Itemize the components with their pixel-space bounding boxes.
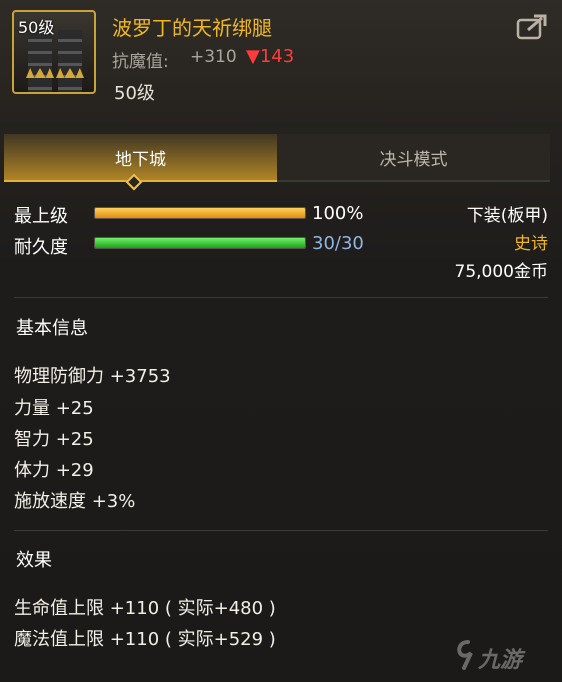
item-icon[interactable]: 50级 <box>12 10 96 94</box>
durability-bar-fill <box>95 238 305 248</box>
share-icon[interactable] <box>516 12 548 40</box>
item-name: 波罗丁的天祈绑腿 <box>112 16 272 40</box>
resist-value: +310 <box>190 47 237 67</box>
tab-dungeon[interactable]: 地下城 <box>4 134 277 182</box>
jiuyou-logo-icon <box>457 640 473 670</box>
item-price: 75,000金币 <box>454 262 548 282</box>
basic-info-line: 体力 +29 <box>14 460 94 481</box>
watermark-text: 九游 <box>478 648 523 673</box>
max-level-bar-fill <box>95 208 305 218</box>
item-header: 50级 波罗丁的天祈绑腿 抗魔值: +310 ▼143 50级 <box>0 0 562 118</box>
divider <box>14 530 548 531</box>
durability-bar <box>94 237 306 249</box>
tab-duel-label: 决斗模式 <box>379 149 448 170</box>
max-level-value: 100% <box>312 203 364 224</box>
effects-title: 效果 <box>16 550 52 571</box>
tab-dungeon-label: 地下城 <box>115 149 166 170</box>
effect-line: 生命值上限 +110 ( 实际+480 ) <box>14 598 276 619</box>
basic-info-line: 力量 +25 <box>14 398 94 419</box>
item-level: 50级 <box>114 83 155 104</box>
mode-tabs: 地下城 决斗模式 <box>4 134 550 182</box>
divider <box>14 297 548 298</box>
basic-info-title: 基本信息 <box>16 318 88 339</box>
max-level-label: 最上级 <box>14 206 68 227</box>
legging-left-icon <box>28 30 52 92</box>
item-rarity: 史诗 <box>514 234 548 254</box>
max-level-bar <box>94 207 306 219</box>
icon-level-badge: 50级 <box>18 18 55 37</box>
durability-value: 30/30 <box>312 233 364 254</box>
legging-right-icon <box>58 30 82 92</box>
item-tooltip-panel: 50级 波罗丁的天祈绑腿 抗魔值: +310 ▼143 50级 地下城 决斗模式… <box>0 0 562 682</box>
basic-info-line: 物理防御力 +3753 <box>14 366 171 387</box>
resist-label: 抗魔值: <box>112 52 169 72</box>
gold-trim-right-icon <box>56 68 84 78</box>
basic-info-line: 智力 +25 <box>14 429 94 450</box>
durability-label: 耐久度 <box>14 237 68 258</box>
resist-diff: ▼143 <box>246 46 295 67</box>
effect-line: 魔法值上限 +110 ( 实际+529 ) <box>14 629 276 650</box>
tab-duel[interactable]: 决斗模式 <box>277 134 550 182</box>
basic-info-line: 施放速度 +3% <box>14 491 136 512</box>
item-slot: 下装(板甲) <box>466 206 548 226</box>
gold-trim-left-icon <box>26 68 54 78</box>
